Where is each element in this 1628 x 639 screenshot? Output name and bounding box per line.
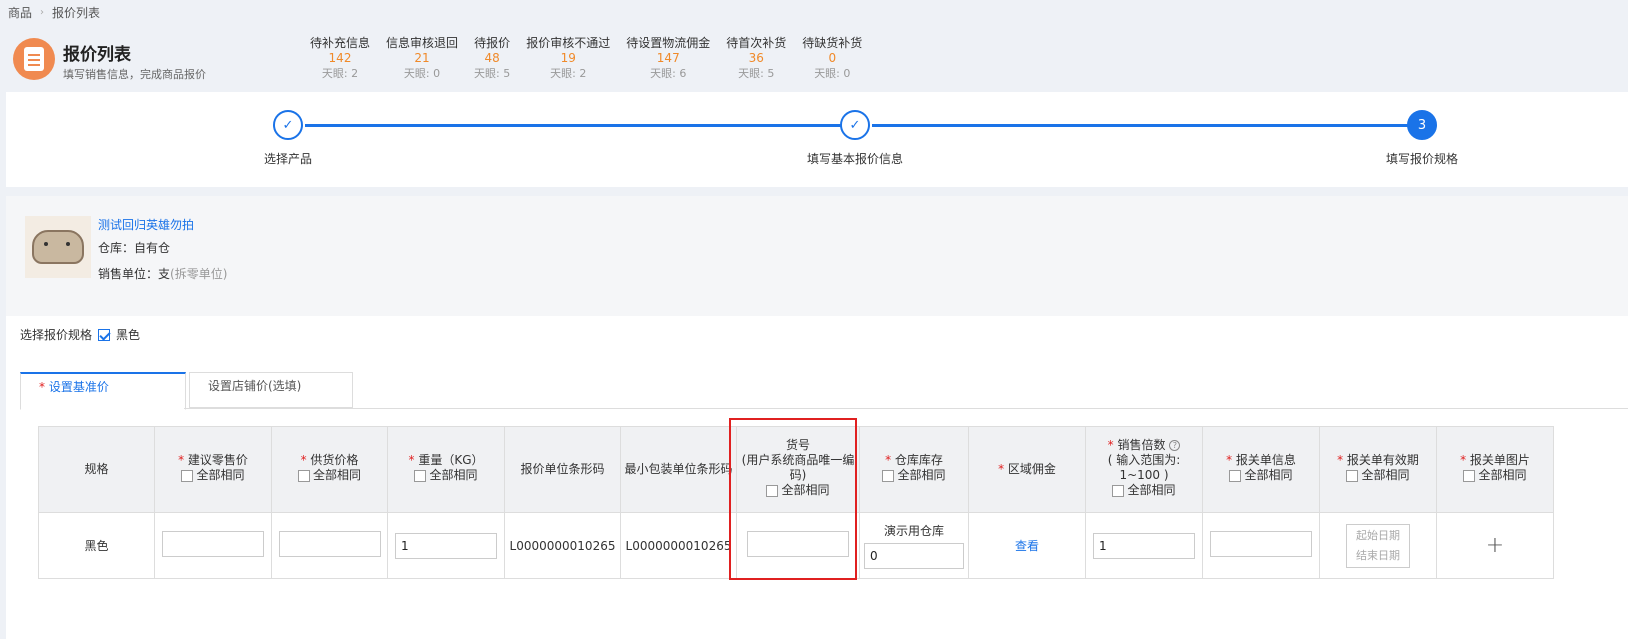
- step-1-label: 选择产品: [263, 152, 313, 166]
- header-item-no: 货号 (用户系统商品唯一编 码) 全部相同: [736, 426, 860, 513]
- spec-black-checkbox[interactable]: [98, 328, 111, 341]
- header-customs-info: * 报关单信息 全部相同: [1202, 426, 1320, 513]
- spec-black-label: 黑色: [116, 328, 141, 342]
- product-warehouse: 仓库：自有仓: [98, 241, 171, 255]
- tab-store-price[interactable]: 设置店铺价(选填): [189, 372, 353, 408]
- row-quote-barcode: L0000000010265: [504, 512, 621, 579]
- breadcrumb-item-goods[interactable]: 商品: [8, 4, 32, 21]
- breadcrumb-item-quote-list[interactable]: 报价列表: [52, 4, 100, 21]
- retail-price-input[interactable]: [162, 531, 264, 557]
- supply-price-all-same-checkbox[interactable]: [297, 469, 310, 482]
- spec-price-table: 规格 * 建议零售价 全部相同 * 供货价格 全部相同 * 重量（KG） 全部相同 报…: [38, 426, 1554, 579]
- start-date-field[interactable]: 起始日期: [1347, 526, 1409, 546]
- customs-info-input[interactable]: [1210, 531, 1312, 557]
- customs-validity-all-same-checkbox[interactable]: [1346, 469, 1359, 482]
- customs-validity-date-range[interactable]: 起始日期 结束日期: [1346, 523, 1410, 568]
- stat-pending-quote[interactable]: 待报价 48 天眼: 5: [466, 36, 518, 81]
- product-unit: 销售单位：支(拆零单位): [98, 267, 228, 281]
- end-date-field[interactable]: 结束日期: [1347, 546, 1409, 566]
- header-sale-multiple: * 销售倍数 ?( 输入范围为: 1~100 ) 全部相同: [1085, 426, 1203, 513]
- item-no-input[interactable]: [747, 531, 849, 557]
- sale-multiple-all-same-checkbox[interactable]: [1112, 484, 1125, 497]
- product-image: [25, 216, 91, 278]
- product-info-panel: 测试回归英雄勿拍 仓库：自有仓 销售单位：支(拆零单位): [6, 196, 1628, 316]
- stat-review-returned[interactable]: 信息审核退回 21 天眼: 0: [378, 36, 466, 81]
- header-customs-image: * 报关单图片 全部相同: [1436, 426, 1554, 513]
- status-stats: 待补充信息 142 天眼: 2 信息审核退回 21 天眼: 0 待报价 48 天眼: 5 报…: [302, 36, 870, 81]
- header-spec: 规格: [38, 426, 155, 513]
- header-region-commission: * 区域佣金: [968, 426, 1086, 513]
- step-3-label: 填写报价规格: [1385, 152, 1459, 166]
- item-no-all-same-checkbox[interactable]: [766, 484, 779, 497]
- sale-multiple-input[interactable]: 1: [1093, 532, 1195, 559]
- header-customs-validity: * 报关单有效期 全部相同: [1319, 426, 1437, 513]
- quote-list-icon: [13, 38, 55, 80]
- table-header-row: 规格 * 建议零售价 全部相同 * 供货价格 全部相同 * 重量（KG） 全部相同 报…: [38, 426, 1554, 513]
- row-spec: 黑色: [38, 512, 155, 579]
- header-weight: * 重量（KG） 全部相同: [387, 426, 505, 513]
- page-subtitle: 填写销售信息，完成商品报价: [63, 68, 206, 81]
- region-commission-view-link[interactable]: 查看: [1015, 539, 1039, 553]
- customs-image-all-same-checkbox[interactable]: [1463, 469, 1476, 482]
- weight-all-same-checkbox[interactable]: [414, 469, 427, 482]
- stock-warehouse-label: 演示用仓库: [883, 524, 944, 538]
- weight-input[interactable]: 1: [395, 532, 497, 559]
- header-min-pack-barcode: 最小包装单位条形码: [620, 426, 737, 513]
- spec-selector: 选择报价规格 黑色: [20, 326, 140, 343]
- header-retail-price: * 建议零售价 全部相同: [154, 426, 272, 513]
- stat-first-restock[interactable]: 待首次补货 36 天眼: 5: [718, 36, 794, 81]
- table-row: 黑色 1 L0000000010265 L0000000010265 演示用仓库…: [38, 512, 1554, 579]
- retail-price-all-same-checkbox[interactable]: [181, 469, 194, 482]
- step-connector: [872, 124, 1408, 127]
- step-3-number: 3: [1407, 110, 1437, 140]
- page-title: 报价列表: [63, 45, 131, 65]
- quote-spec-panel: 选择报价规格 黑色 * 设置基准价 设置店铺价(选填) 规格 * 建议零售价 全部…: [6, 316, 1628, 639]
- breadcrumb-separator: ›: [40, 7, 45, 18]
- header-quote-barcode: 报价单位条形码: [504, 426, 621, 513]
- product-name-link[interactable]: 测试回归英雄勿拍: [98, 216, 194, 233]
- supply-price-input[interactable]: [278, 531, 381, 557]
- header-supply-price: * 供货价格 全部相同: [271, 426, 388, 513]
- spec-selector-label: 选择报价规格: [20, 328, 93, 342]
- price-tabs: * 设置基准价 设置店铺价(选填): [20, 372, 353, 410]
- stat-pending-info[interactable]: 待补充信息 142 天眼: 2: [302, 36, 378, 81]
- breadcrumb: 商品 › 报价列表: [8, 4, 100, 21]
- step-1-check-icon: ✓: [273, 110, 303, 140]
- step-2-label: 填写基本报价信息: [806, 152, 904, 166]
- stat-out-of-stock-restock[interactable]: 待缺货补货 0 天眼: 0: [794, 36, 870, 81]
- help-icon[interactable]: ?: [1169, 440, 1181, 452]
- tab-base-price[interactable]: * 设置基准价: [20, 372, 186, 410]
- tab-divider: [184, 408, 1628, 409]
- row-min-pack-barcode: L0000000010265: [620, 512, 737, 579]
- add-image-icon[interactable]: +: [1486, 533, 1504, 558]
- steps-panel: ✓ ✓ 3 选择产品 填写基本报价信息 填写报价规格: [6, 92, 1628, 187]
- step-2-check-icon: ✓: [840, 110, 870, 140]
- stock-input[interactable]: 0: [864, 543, 964, 569]
- stat-pending-logistics[interactable]: 待设置物流佣金 147 天眼: 6: [618, 36, 718, 81]
- stock-all-same-checkbox[interactable]: [882, 469, 895, 482]
- customs-info-all-same-checkbox[interactable]: [1229, 469, 1242, 482]
- stat-quote-rejected[interactable]: 报价审核不通过 19 天眼: 2: [518, 36, 618, 81]
- step-connector: [305, 124, 841, 127]
- header-stock: * 仓库库存 全部相同: [859, 426, 969, 513]
- page-header: 报价列表 填写销售信息，完成商品报价 待补充信息 142 天眼: 2 信息审核退回 2…: [0, 28, 1628, 88]
